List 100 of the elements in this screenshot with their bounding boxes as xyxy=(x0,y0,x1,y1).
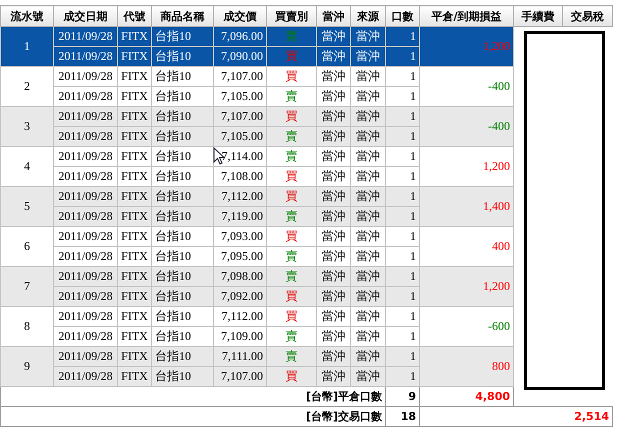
source-cell: 當沖 xyxy=(350,306,386,326)
price-cell: 7,092.00 xyxy=(214,286,266,306)
total-label: [台幣]交易口數 xyxy=(0,406,386,426)
source-cell: 當沖 xyxy=(350,146,386,166)
product-cell: 台指10 xyxy=(152,106,214,126)
product-cell: 台指10 xyxy=(152,186,214,206)
side-cell: 買 xyxy=(266,366,316,386)
day-trade-cell: 當沖 xyxy=(316,246,350,266)
side-cell: 買 xyxy=(266,66,316,86)
profit-loss-value: -400 xyxy=(488,119,510,133)
product-cell: 台指10 xyxy=(152,166,214,186)
source-cell: 當沖 xyxy=(350,126,386,146)
source-cell: 當沖 xyxy=(350,346,386,366)
day-trade-cell: 當沖 xyxy=(316,306,350,326)
product-cell: 台指10 xyxy=(152,66,214,86)
serial-number-cell: 9 xyxy=(0,346,54,386)
quantity-cell: 1 xyxy=(386,86,420,106)
quantity-cell: 1 xyxy=(386,346,420,366)
code-cell: FITX xyxy=(118,86,152,106)
serial-number-cell: 7 xyxy=(0,266,54,306)
product-cell: 台指10 xyxy=(152,46,214,66)
date-cell: 2011/09/28 xyxy=(54,46,118,66)
serial-number-cell: 8 xyxy=(0,306,54,346)
column-header[interactable]: 口數 xyxy=(386,6,420,26)
total-quantity: 9 xyxy=(386,386,420,406)
column-header[interactable]: 流水號 xyxy=(0,6,54,26)
quantity-cell: 1 xyxy=(386,246,420,266)
price-cell: 7,107.00 xyxy=(214,366,266,386)
price-cell: 7,112.00 xyxy=(214,306,266,326)
side-cell: 買 xyxy=(266,166,316,186)
product-cell: 台指10 xyxy=(152,286,214,306)
day-trade-cell: 當沖 xyxy=(316,166,350,186)
date-cell: 2011/09/28 xyxy=(54,26,118,46)
source-cell: 當沖 xyxy=(350,186,386,206)
day-trade-cell: 當沖 xyxy=(316,86,350,106)
side-cell: 買 xyxy=(266,306,316,326)
price-cell: 7,109.00 xyxy=(214,326,266,346)
date-cell: 2011/09/28 xyxy=(54,146,118,166)
product-cell: 台指10 xyxy=(152,206,214,226)
product-cell: 台指10 xyxy=(152,26,214,46)
serial-number-cell: 6 xyxy=(0,226,54,266)
serial-number-cell: 4 xyxy=(0,146,54,186)
code-cell: FITX xyxy=(118,246,152,266)
code-cell: FITX xyxy=(118,266,152,286)
date-cell: 2011/09/28 xyxy=(54,226,118,246)
day-trade-cell: 當沖 xyxy=(316,286,350,306)
product-cell: 台指10 xyxy=(152,226,214,246)
day-trade-cell: 當沖 xyxy=(316,186,350,206)
price-cell: 7,096.00 xyxy=(214,26,266,46)
quantity-cell: 1 xyxy=(386,26,420,46)
side-cell: 賣 xyxy=(266,126,316,146)
date-cell: 2011/09/28 xyxy=(54,306,118,326)
day-trade-cell: 當沖 xyxy=(316,46,350,66)
column-header[interactable]: 買賣別 xyxy=(266,6,316,26)
price-cell: 7,111.00 xyxy=(214,346,266,366)
date-cell: 2011/09/28 xyxy=(54,66,118,86)
code-cell: FITX xyxy=(118,146,152,166)
price-cell: 7,107.00 xyxy=(214,66,266,86)
column-header[interactable]: 來源 xyxy=(350,6,386,26)
code-cell: FITX xyxy=(118,366,152,386)
profit-loss-value: -600 xyxy=(488,319,510,333)
date-cell: 2011/09/28 xyxy=(54,346,118,366)
date-cell: 2011/09/28 xyxy=(54,266,118,286)
day-trade-cell: 當沖 xyxy=(316,266,350,286)
column-header[interactable]: 代號 xyxy=(118,6,152,26)
column-header[interactable]: 成交日期 xyxy=(54,6,118,26)
quantity-cell: 1 xyxy=(386,306,420,326)
code-cell: FITX xyxy=(118,126,152,146)
side-cell: 賣 xyxy=(266,326,316,346)
side-cell: 買 xyxy=(266,106,316,126)
column-header[interactable]: 商品名稱 xyxy=(152,6,214,26)
price-cell: 7,105.00 xyxy=(214,86,266,106)
total-profit-loss: 4,800 xyxy=(420,386,514,406)
column-header[interactable]: 平倉/到期損益 xyxy=(420,6,514,26)
price-cell: 7,108.00 xyxy=(214,166,266,186)
side-cell: 賣 xyxy=(266,26,316,46)
price-cell: 7,095.00 xyxy=(214,246,266,266)
serial-number-cell: 2 xyxy=(0,66,54,106)
date-cell: 2011/09/28 xyxy=(54,186,118,206)
side-cell: 買 xyxy=(266,226,316,246)
side-cell: 賣 xyxy=(266,346,316,366)
column-header[interactable]: 當沖 xyxy=(316,6,350,26)
price-cell: 7,107.00 xyxy=(214,106,266,126)
quantity-cell: 1 xyxy=(386,286,420,306)
day-trade-cell: 當沖 xyxy=(316,346,350,366)
quantity-cell: 1 xyxy=(386,326,420,346)
side-cell: 買 xyxy=(266,186,316,206)
source-cell: 當沖 xyxy=(350,226,386,246)
product-cell: 台指10 xyxy=(152,126,214,146)
column-header[interactable]: 手續費 xyxy=(514,6,562,26)
source-cell: 當沖 xyxy=(350,46,386,66)
column-header[interactable]: 交易稅 xyxy=(562,6,612,26)
date-cell: 2011/09/28 xyxy=(54,86,118,106)
side-cell: 賣 xyxy=(266,246,316,266)
profit-loss-value: 1,200 xyxy=(483,279,510,293)
total-cost: 2,514 xyxy=(420,406,612,426)
column-header[interactable]: 成交價 xyxy=(214,6,266,26)
quantity-cell: 1 xyxy=(386,106,420,126)
quantity-cell: 1 xyxy=(386,66,420,86)
profit-loss-value: 1,400 xyxy=(483,199,510,213)
